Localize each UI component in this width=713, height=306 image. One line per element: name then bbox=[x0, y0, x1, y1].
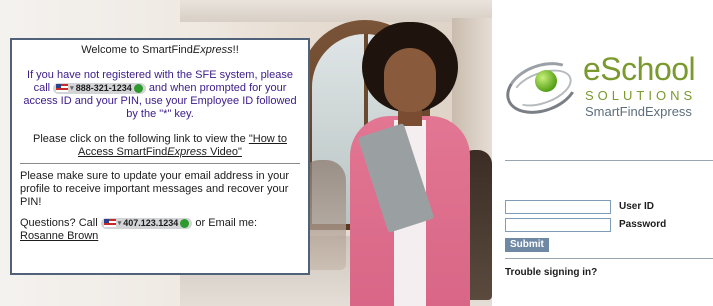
phone-number-main: 888-321-1234 bbox=[75, 82, 132, 93]
video-intro-text: Please click on the following link to vi… bbox=[33, 133, 246, 145]
welcome-title-suffix: !! bbox=[232, 44, 239, 56]
logo-brand-text: eSchool bbox=[583, 51, 696, 87]
logo-globe-icon bbox=[535, 70, 557, 92]
call-icon[interactable] bbox=[180, 218, 190, 228]
questions-label: Questions? Call bbox=[20, 217, 98, 229]
logo-product-name: SmartFindExpress bbox=[585, 104, 692, 119]
welcome-title-italic: Express bbox=[192, 44, 233, 56]
login-top-divider bbox=[505, 160, 713, 161]
us-flag-icon bbox=[56, 84, 69, 92]
password-input[interactable] bbox=[505, 218, 611, 232]
submit-button[interactable]: Submit bbox=[505, 238, 549, 252]
phone-badge-main[interactable]: ▾ 888-321-1234 bbox=[53, 82, 146, 94]
logo-tagline: SOLUTIONS bbox=[585, 88, 697, 103]
video-link-italic: Express bbox=[167, 146, 208, 158]
video-instructions: Please click on the following link to vi… bbox=[20, 133, 300, 159]
user-id-input[interactable] bbox=[505, 200, 611, 214]
login-bottom-divider bbox=[505, 258, 713, 259]
trouble-signing-in-link[interactable]: Trouble signing in? bbox=[505, 267, 597, 278]
welcome-panel: Welcome to SmartFindExpress!! If you hav… bbox=[10, 38, 310, 275]
photo-wall bbox=[180, 0, 492, 22]
eschool-logo: eSchool SOLUTIONS SmartFindExpress bbox=[499, 51, 713, 132]
user-id-label: User ID bbox=[619, 201, 655, 212]
welcome-heading: Welcome to SmartFindExpress!! bbox=[20, 44, 300, 57]
email-update-note: Please make sure to update your email ad… bbox=[20, 170, 290, 208]
phone-number-questions: 407.123.1234 bbox=[123, 217, 179, 228]
photo-teacher-face bbox=[384, 48, 436, 112]
panel-divider bbox=[20, 163, 300, 164]
us-flag-icon bbox=[103, 219, 116, 227]
video-link-suffix: Video" bbox=[207, 146, 242, 158]
registration-instructions: If you have not registered with the SFE … bbox=[20, 69, 300, 121]
questions-line: Questions? Call ▾ 407.123.1234 or Email m… bbox=[20, 217, 300, 243]
email-label: or Email me: bbox=[195, 217, 258, 229]
password-label: Password bbox=[619, 219, 667, 230]
email-contact-link[interactable]: Rosanne Brown bbox=[20, 230, 98, 242]
chevron-down-icon: ▾ bbox=[70, 84, 74, 92]
phone-badge-questions[interactable]: ▾ 407.123.1234 bbox=[100, 217, 193, 229]
chevron-down-icon: ▾ bbox=[117, 219, 122, 227]
call-icon[interactable] bbox=[133, 83, 143, 93]
welcome-title-prefix: Welcome to SmartFind bbox=[81, 44, 193, 56]
